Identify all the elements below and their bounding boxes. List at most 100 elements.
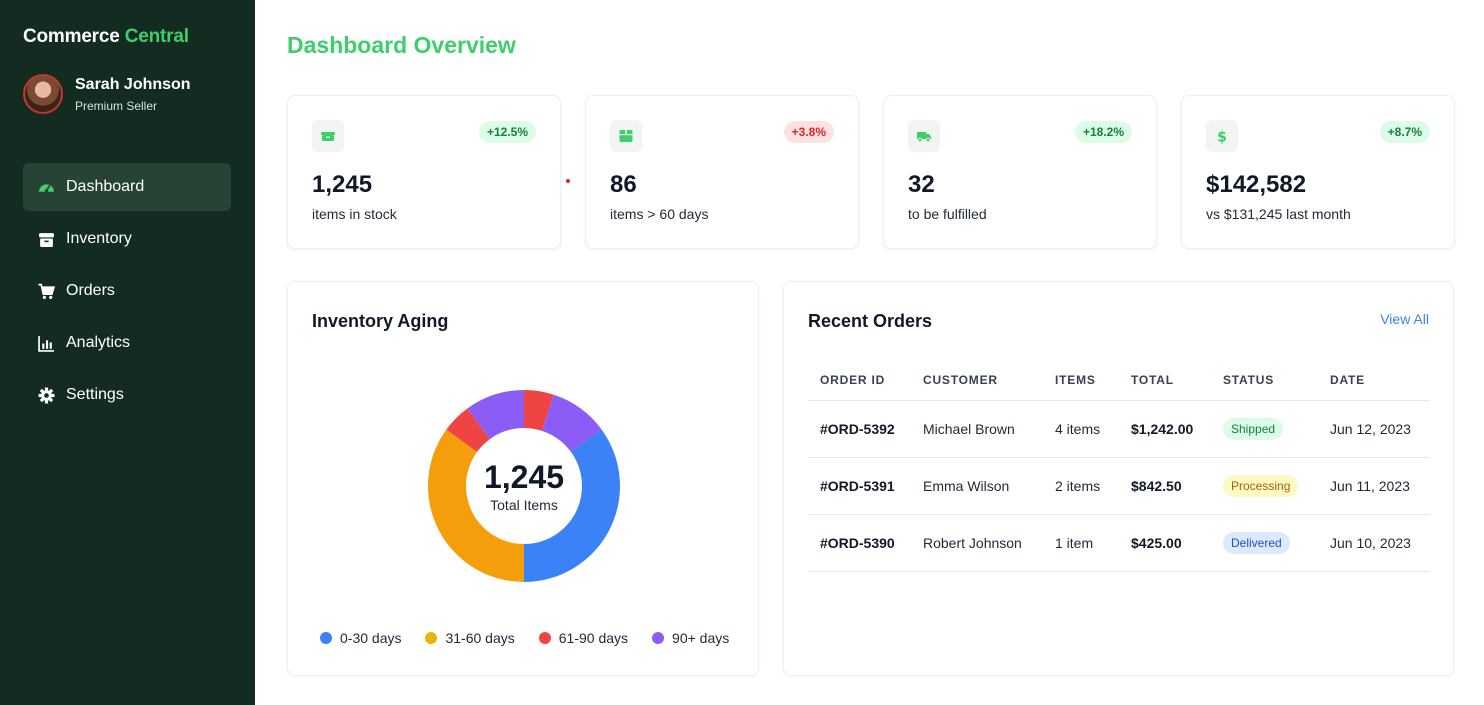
sidebar-item-label: Analytics bbox=[66, 334, 131, 351]
inventory-aging-panel: Inventory Aging 1,245 Total Items 0-30 d… bbox=[287, 281, 759, 676]
order-date: Jun 10, 2023 bbox=[1318, 514, 1430, 572]
box-icon bbox=[38, 231, 55, 248]
change-badge: +3.8% bbox=[783, 121, 834, 143]
brand-logo[interactable]: Commerce Central bbox=[23, 26, 189, 48]
table-header-row: ORDER ID CUSTOMER ITEMS TOTAL STATUS DAT… bbox=[808, 360, 1430, 401]
legend-dot bbox=[538, 632, 551, 644]
sidebar-item-analytics[interactable]: Analytics bbox=[23, 319, 231, 367]
order-items: 4 items bbox=[1043, 400, 1119, 458]
gear-icon bbox=[38, 387, 55, 404]
stat-card-fulfillment[interactable]: +18.2% 32 to be fulfilled bbox=[883, 95, 1157, 249]
order-status-cell: Delivered bbox=[1211, 514, 1318, 572]
stat-card-aging[interactable]: +3.8% 86 items > 60 days bbox=[585, 95, 859, 249]
stat-value: $142,582 bbox=[1206, 171, 1307, 198]
view-all-link[interactable]: View All bbox=[1380, 311, 1429, 327]
stat-value: 32 bbox=[908, 171, 935, 198]
sidebar-item-label: Orders bbox=[66, 282, 115, 299]
stat-value: 1,245 bbox=[312, 171, 373, 198]
status-badge: Delivered bbox=[1223, 531, 1290, 554]
gauge-icon bbox=[38, 179, 55, 196]
sidebar-item-label: Inventory bbox=[66, 230, 132, 247]
indicator-dot bbox=[566, 179, 570, 183]
legend-item[interactable]: 90+ days bbox=[652, 630, 729, 646]
order-customer: Emma Wilson bbox=[911, 457, 1043, 515]
column-header[interactable]: ORDER ID bbox=[808, 360, 911, 401]
legend-dot bbox=[320, 632, 332, 644]
sidebar-item-label: Settings bbox=[66, 386, 124, 403]
stat-value: 86 bbox=[610, 171, 637, 198]
boxes-icon bbox=[312, 120, 344, 152]
legend-item[interactable]: 0-30 days bbox=[320, 630, 401, 646]
legend-dot bbox=[652, 632, 665, 644]
legend-item[interactable]: 61-90 days bbox=[538, 630, 629, 646]
order-customer: Robert Johnson bbox=[911, 514, 1043, 572]
order-items: 1 item bbox=[1043, 514, 1119, 572]
page-title: Dashboard Overview bbox=[287, 32, 516, 58]
status-badge: Processing bbox=[1223, 474, 1299, 497]
order-customer: Michael Brown bbox=[911, 400, 1043, 458]
brand-main: Commerce bbox=[23, 26, 120, 47]
change-badge: +12.5% bbox=[478, 121, 536, 143]
legend-label: 61-90 days bbox=[558, 630, 629, 646]
dollar-icon: $ bbox=[1206, 120, 1238, 152]
column-header[interactable]: CUSTOMER bbox=[911, 360, 1043, 401]
stat-card-revenue[interactable]: $ +8.7% $142,582 vs $131,245 last month bbox=[1181, 95, 1455, 249]
sidebar-item-inventory[interactable]: Inventory bbox=[23, 215, 231, 263]
chart-legend: 0-30 days 31-60 days 61-90 days 90+ days bbox=[320, 630, 753, 646]
change-badge: +18.2% bbox=[1074, 121, 1132, 143]
order-total: $425.00 bbox=[1119, 514, 1211, 572]
donut-total-value: 1,245 bbox=[483, 458, 565, 495]
order-id[interactable]: #ORD-5392 bbox=[808, 400, 911, 458]
sidebar-nav: Dashboard Inventory Orders Analytics Set… bbox=[23, 163, 231, 423]
panel-title: Inventory Aging bbox=[312, 311, 449, 331]
recent-orders-panel: Recent Orders View All ORDER ID CUSTOMER… bbox=[783, 281, 1454, 676]
orders-table: ORDER ID CUSTOMER ITEMS TOTAL STATUS DAT… bbox=[808, 360, 1430, 572]
panel-title: Recent Orders bbox=[808, 311, 933, 331]
stat-card-stock[interactable]: +12.5% 1,245 items in stock bbox=[287, 95, 561, 249]
stat-label: vs $131,245 last month bbox=[1206, 206, 1351, 222]
column-header[interactable]: DATE bbox=[1318, 360, 1430, 401]
sidebar: Commerce Central Sarah Johnson Premium S… bbox=[0, 0, 255, 705]
donut-chart: 1,245 Total Items bbox=[426, 388, 622, 584]
user-name: Sarah Johnson bbox=[75, 75, 191, 93]
column-header[interactable]: STATUS bbox=[1211, 360, 1318, 401]
status-badge: Shipped bbox=[1223, 417, 1284, 440]
brand-accent: Central bbox=[124, 26, 189, 47]
sidebar-item-label: Dashboard bbox=[66, 178, 145, 195]
legend-label: 0-30 days bbox=[340, 630, 402, 646]
avatar[interactable] bbox=[23, 74, 63, 114]
order-status-cell: Processing bbox=[1211, 457, 1318, 515]
order-date: Jun 12, 2023 bbox=[1318, 400, 1430, 458]
user-role: Premium Seller bbox=[75, 98, 158, 113]
table-row[interactable]: #ORD-5392 Michael Brown 4 items $1,242.0… bbox=[808, 400, 1430, 458]
order-items: 2 items bbox=[1043, 457, 1119, 515]
column-header[interactable]: ITEMS bbox=[1043, 360, 1119, 401]
order-id[interactable]: #ORD-5391 bbox=[808, 457, 911, 515]
stat-label: to be fulfilled bbox=[908, 206, 987, 222]
chart-bar-icon bbox=[38, 335, 55, 352]
stat-label: items > 60 days bbox=[610, 206, 709, 222]
svg-text:$: $ bbox=[1217, 130, 1227, 145]
legend-label: 90+ days bbox=[672, 630, 730, 646]
donut-total-label: Total Items bbox=[490, 496, 558, 513]
order-status-cell: Shipped bbox=[1211, 400, 1318, 458]
sidebar-item-settings[interactable]: Settings bbox=[23, 371, 231, 419]
stat-label: items in stock bbox=[312, 206, 397, 222]
sidebar-item-dashboard[interactable]: Dashboard bbox=[23, 163, 231, 211]
column-header[interactable]: TOTAL bbox=[1119, 360, 1211, 401]
legend-dot bbox=[425, 632, 438, 644]
legend-label: 31-60 days bbox=[445, 630, 515, 646]
sidebar-item-orders[interactable]: Orders bbox=[23, 267, 231, 315]
order-total: $1,242.00 bbox=[1119, 400, 1211, 458]
box-icon bbox=[610, 120, 642, 152]
donut-center: 1,245 Total Items bbox=[426, 388, 622, 584]
table-row[interactable]: #ORD-5390 Robert Johnson 1 item $425.00 … bbox=[808, 514, 1430, 572]
truck-icon bbox=[908, 120, 940, 152]
table-row[interactable]: #ORD-5391 Emma Wilson 2 items $842.50 Pr… bbox=[808, 457, 1430, 515]
legend-item[interactable]: 31-60 days bbox=[425, 630, 515, 646]
order-date: Jun 11, 2023 bbox=[1318, 457, 1430, 515]
order-total: $842.50 bbox=[1119, 457, 1211, 515]
order-id[interactable]: #ORD-5390 bbox=[808, 514, 911, 572]
user-profile[interactable]: Sarah Johnson Premium Seller bbox=[23, 74, 191, 114]
cart-icon bbox=[38, 283, 55, 300]
